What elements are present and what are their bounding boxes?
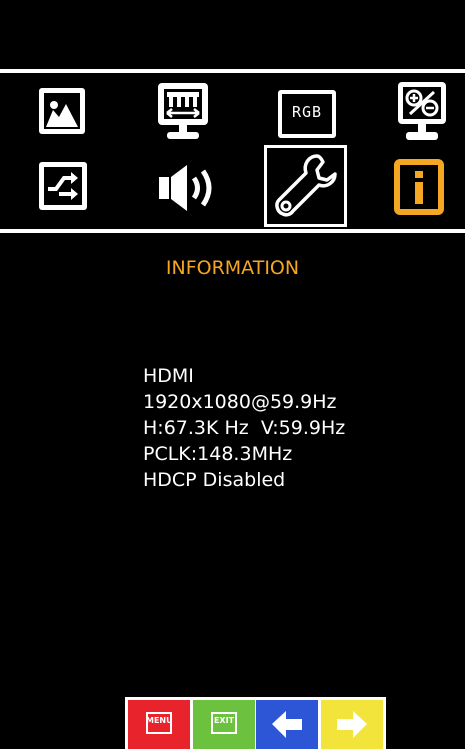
exit-button-label: EXIT xyxy=(213,716,235,725)
page-title: INFORMATION xyxy=(165,257,300,279)
info-panel: HDMI 1920x1080@59.9Hz H:67.3K Hz V:59.9H… xyxy=(143,363,345,493)
input-source-icon[interactable] xyxy=(37,160,89,216)
setup-wrench-icon[interactable] xyxy=(269,150,341,226)
arrow-left-icon xyxy=(272,711,302,738)
rgb-icon[interactable]: RGB xyxy=(276,88,338,144)
left-arrow-button[interactable] xyxy=(256,700,318,749)
audio-icon[interactable] xyxy=(155,163,217,217)
information-icon[interactable] xyxy=(393,158,445,220)
rgb-label: RGB xyxy=(291,103,323,121)
menu-button[interactable]: MENU xyxy=(128,700,190,749)
exit-button[interactable]: EXIT xyxy=(193,700,255,749)
info-line-frequency: H:67.3K Hz V:59.9Hz xyxy=(143,417,346,439)
info-line-source: HDMI xyxy=(143,365,194,387)
button-bar: MENU EXIT xyxy=(125,697,386,749)
info-line-pixel-clock: PCLK:148.3MHz xyxy=(143,443,293,465)
menu-divider xyxy=(0,229,465,233)
picture-icon[interactable] xyxy=(37,86,87,140)
info-line-resolution: 1920x1080@59.9Hz xyxy=(143,391,337,413)
info-line-hdcp: HDCP Disabled xyxy=(143,469,286,491)
menu-button-label: MENU xyxy=(146,716,173,725)
color-adjust-icon[interactable] xyxy=(396,80,448,148)
right-arrow-button[interactable] xyxy=(321,700,383,749)
top-divider xyxy=(0,69,465,73)
screen-size-icon[interactable] xyxy=(155,80,211,148)
arrow-right-icon xyxy=(337,711,367,738)
